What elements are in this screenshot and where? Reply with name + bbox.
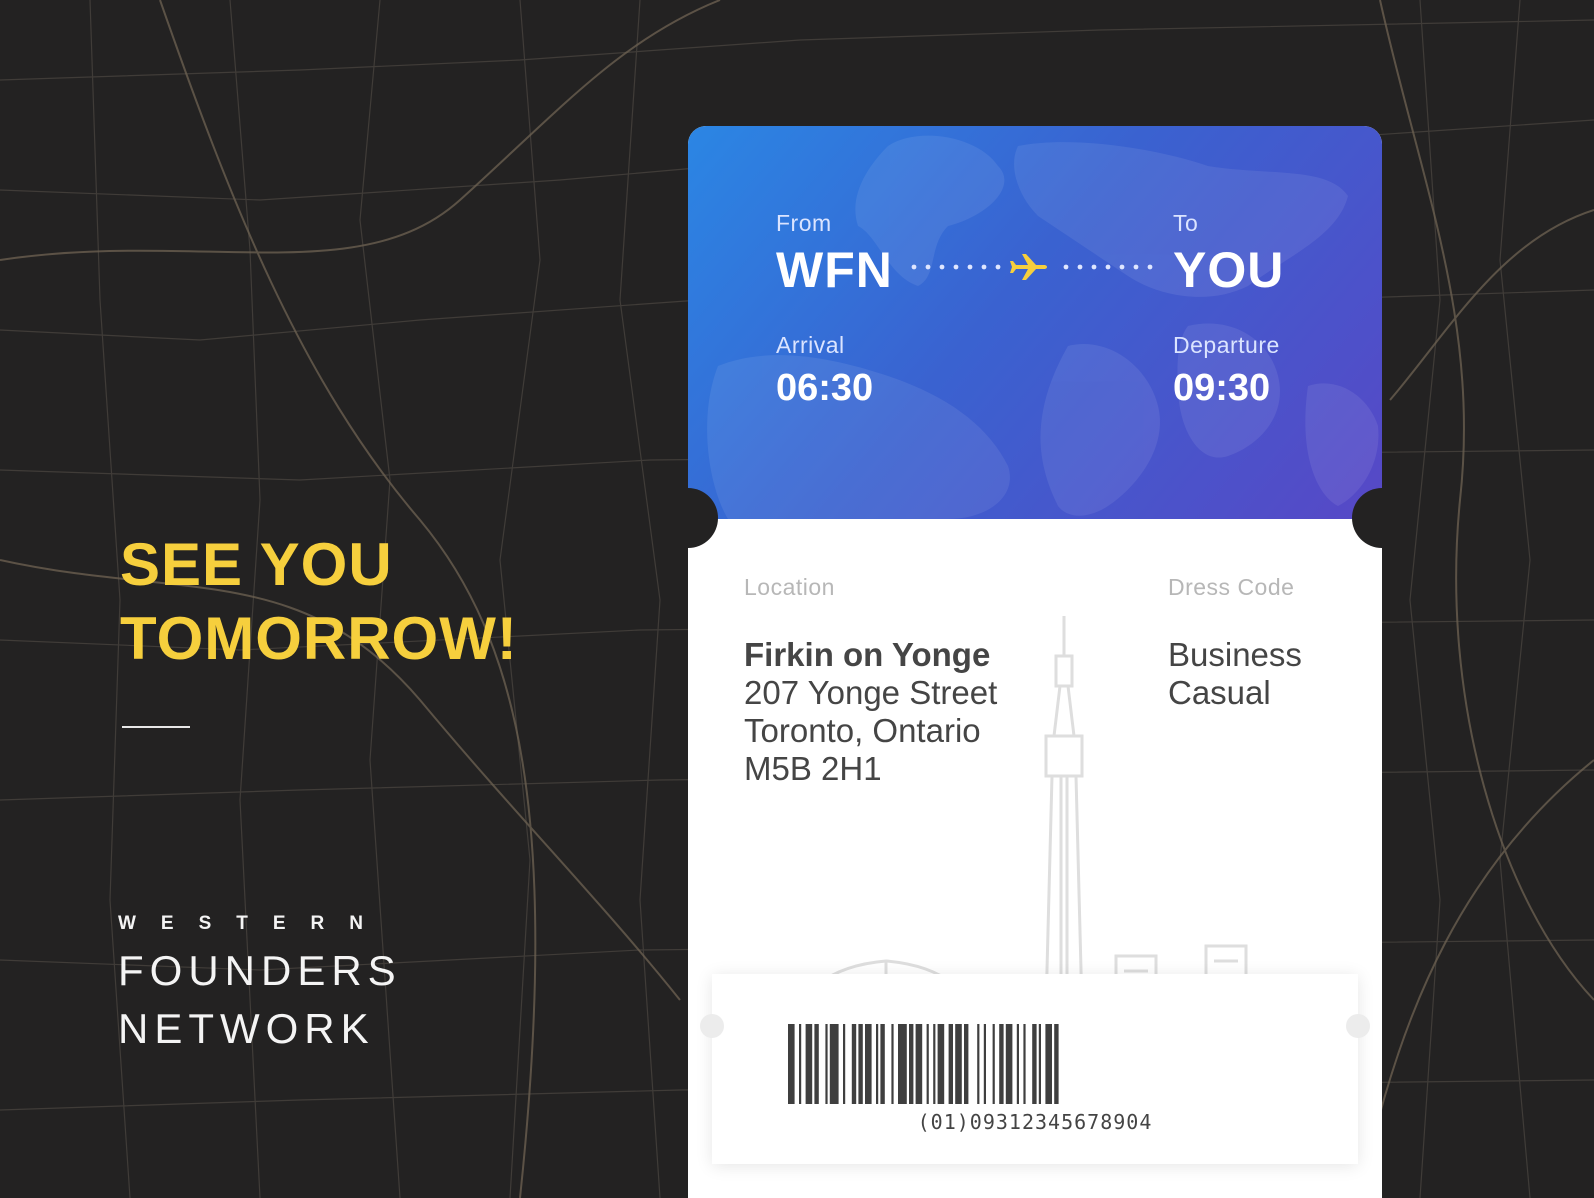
brand-logo: WESTERN FOUNDERS NETWORK [118,914,402,1058]
departure-label: Departure [1173,332,1280,358]
barcode-stub: (01)09312345678904 [700,974,1370,1164]
flight-path [911,254,1153,280]
venue-name: Firkin on Yonge [744,636,991,673]
barcode-number: (01)09312345678904 [917,1110,1153,1134]
address-city: Toronto, Ontario [744,712,981,749]
to-label: To [1173,210,1199,236]
location-address: Firkin on Yonge 207 Yonge Street Toronto… [744,636,997,788]
departure-time: 09:30 [1173,367,1271,409]
dress-code-line-1: Business [1168,636,1302,673]
boarding-pass-ticket: From WFN To YOU Arrival 06:30 Departure … [688,126,1382,1198]
divider [122,726,190,728]
arrival-time: 06:30 [776,367,874,409]
stub-notch-left [700,1014,724,1038]
headline: SEE YOU TOMORROW! [120,528,518,676]
airplane-icon [1010,254,1047,280]
brand-founders: FOUNDERS [118,947,402,994]
dress-code-line-2: Casual [1168,674,1271,711]
arrival-label: Arrival [776,332,845,358]
headline-line-2: TOMORROW! [120,605,518,672]
brand-network: NETWORK [118,1005,375,1052]
ticket-header: From WFN To YOU Arrival 06:30 Departure … [688,126,1382,519]
world-map-illustration [707,135,1379,519]
location-label: Location [744,574,835,600]
dress-code-value: Business Casual [1168,636,1302,712]
from-code: WFN [776,242,893,298]
address-postal-code: M5B 2H1 [744,750,882,787]
brand-western: WESTERN [118,913,388,934]
from-label: From [776,210,832,236]
stub-notch-right [1346,1014,1370,1038]
dress-code-label: Dress Code [1168,574,1295,600]
to-code: YOU [1173,242,1285,298]
headline-line-1: SEE YOU [120,531,393,598]
address-street: 207 Yonge Street [744,674,998,711]
barcode [788,1024,1059,1104]
